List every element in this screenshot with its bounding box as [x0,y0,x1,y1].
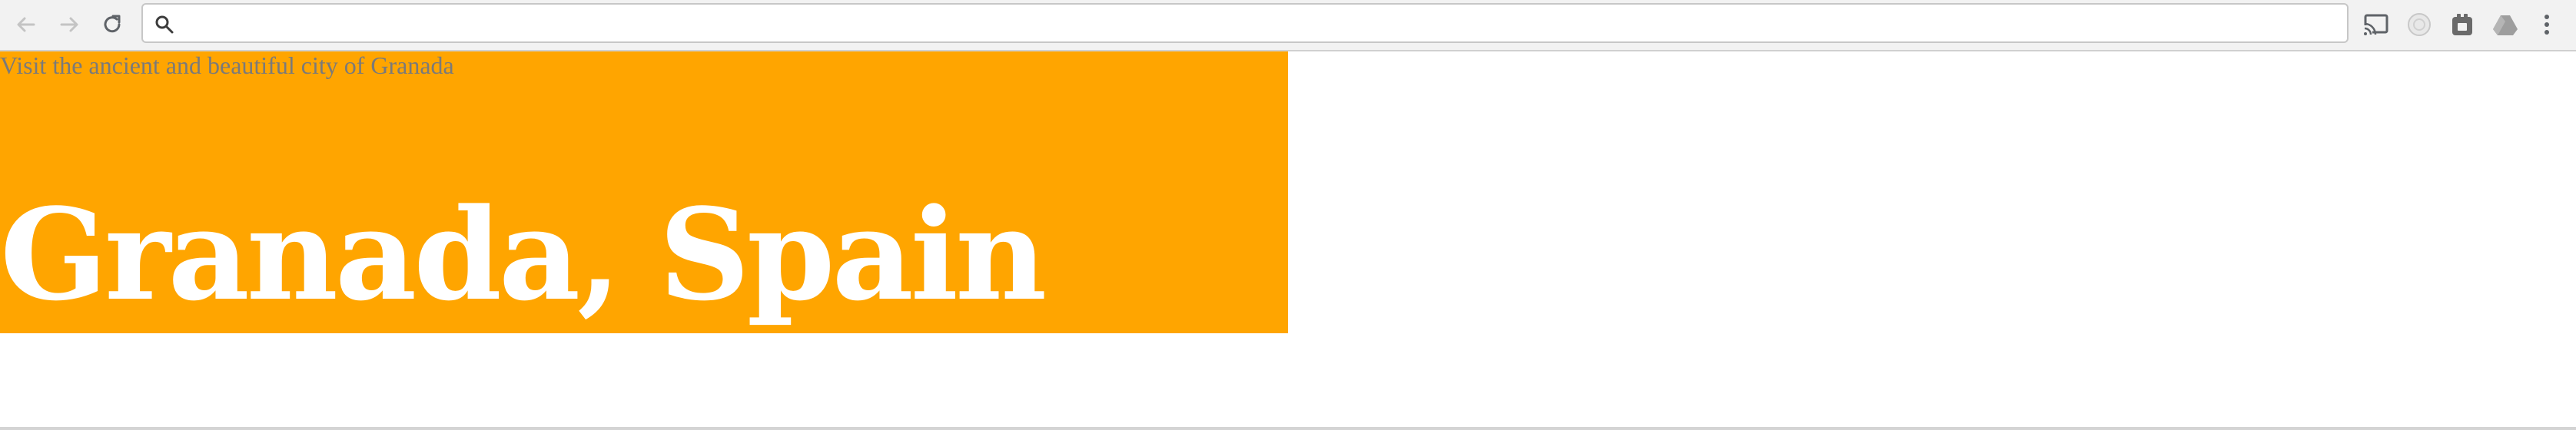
extension-round-icon[interactable] [2405,11,2433,38]
forward-button[interactable] [54,9,85,40]
drive-icon[interactable] [2491,11,2519,38]
more-menu-icon[interactable] [2533,11,2561,38]
back-button[interactable] [11,9,41,40]
window-bottom-border [0,427,2576,430]
forward-arrow-icon [60,17,78,32]
reload-icon [104,15,121,33]
tagline: Visit the ancient and beautiful city of … [0,51,454,79]
address-input[interactable] [183,9,2330,38]
back-arrow-icon [17,17,35,32]
page-title: Granada, Spain [0,180,1047,329]
search-icon [155,15,174,34]
reload-button[interactable] [97,9,128,40]
address-bar[interactable] [141,3,2349,43]
hero-banner: Visit the ancient and beautiful city of … [0,51,1288,333]
page-content: Visit the ancient and beautiful city of … [0,51,2576,428]
cast-icon[interactable] [2362,11,2390,38]
browser-toolbar [0,0,2576,51]
extension-icon[interactable] [2448,11,2476,38]
